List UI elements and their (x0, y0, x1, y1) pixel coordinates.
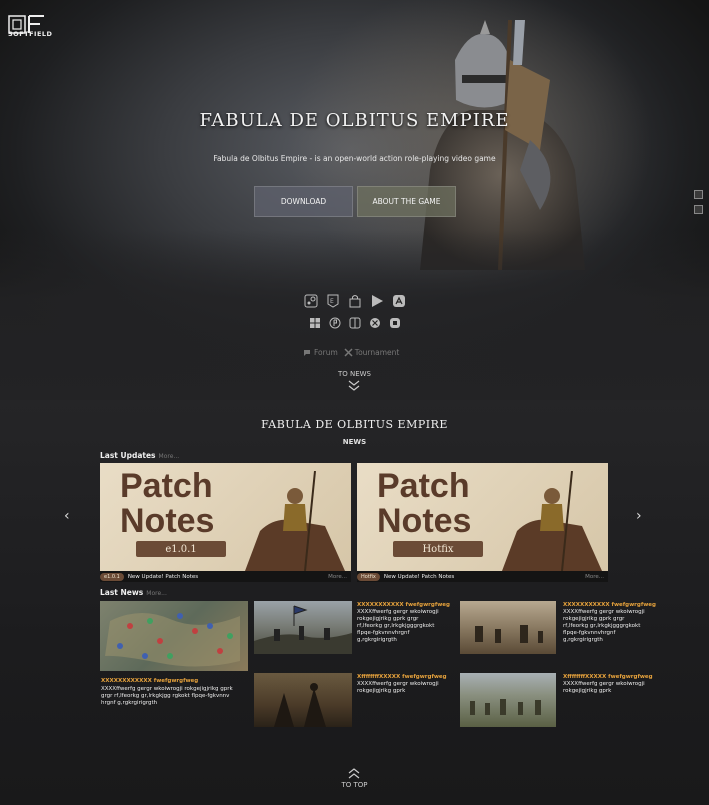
card-headline: Patch Notes (377, 467, 472, 540)
card-headline: Patch Notes (120, 467, 215, 540)
about-game-button[interactable]: ABOUT THE GAME (357, 186, 456, 217)
news-title[interactable]: XXXXXXXXXXXX fwefgwrgfweg (101, 678, 198, 684)
news-title[interactable]: XXXXXXXXXXX fwefgwrgfweg (357, 602, 450, 608)
tournament-label: Tournament (354, 348, 400, 357)
update-caption: Hotfix New Update! Patch Notes More... (357, 571, 608, 582)
last-updates-heading: Last Updates More... (100, 451, 179, 460)
news-title[interactable]: XXXXXXXXXXX fwefgwrgfweg (563, 602, 656, 608)
download-button[interactable]: DOWNLOAD (254, 186, 353, 217)
steam-icon[interactable] (304, 294, 318, 308)
news-text: XXXXffwerfg gergr wkoiwrogji rokgejigjri… (357, 681, 439, 694)
side-nav-dot-1[interactable] (694, 190, 703, 199)
update-tag: Hotfix (357, 572, 380, 581)
last-news-heading: Last News More... (100, 588, 167, 597)
news-title[interactable]: XffffffffXXXXX fwefgwrgfweg (357, 674, 447, 680)
svg-text:E: E (330, 298, 334, 305)
to-top-label[interactable]: TO TOP (0, 781, 709, 789)
playstation-icon[interactable] (329, 317, 341, 329)
update-caption: e1.0.1 New Update! Patch Notes More... (100, 571, 351, 582)
platform-icons: E (290, 294, 420, 338)
news-text: XXXXffwerfg gergr wkoiwrogji rokgejigjri… (563, 609, 645, 643)
side-nav (694, 190, 703, 220)
chat-icon (304, 349, 310, 356)
card-version-badge: Hotfix (393, 541, 483, 557)
update-caption-text[interactable]: New Update! Patch Notes (128, 574, 198, 580)
battle-artwork (274, 683, 326, 727)
rider-artwork (502, 471, 602, 571)
update-tag: e1.0.1 (100, 572, 124, 581)
hero-subtitle: Fabula de Olbitus Empire - is an open-wo… (213, 154, 496, 163)
rider-artwork (245, 471, 345, 571)
xbox-icon[interactable] (369, 317, 381, 329)
map-markers (105, 612, 240, 667)
news-text: XXXXffwerfg gergr wkoiwrogji rokgejigjri… (357, 609, 439, 643)
chevron-down-icon[interactable] (346, 380, 362, 392)
forum-link[interactable]: Forum (303, 348, 338, 357)
stadia-icon[interactable] (389, 317, 401, 329)
update-card[interactable]: Patch Notes e1.0.1 (100, 463, 351, 571)
news-thumbnail[interactable] (254, 673, 352, 727)
news-thumbnail[interactable] (254, 601, 352, 654)
card-version-badge: e1.0.1 (136, 541, 226, 557)
section-title: FABULA DE OLBITUS EMPIRE (261, 418, 448, 431)
battle-artwork (470, 699, 541, 715)
news-thumbnail[interactable] (460, 601, 556, 654)
battle-artwork (254, 605, 352, 654)
news-thumbnail-map[interactable] (100, 601, 248, 671)
news-text: XXXXffwerfg gergr wkoiwrogji rokgejigjri… (563, 681, 645, 694)
forum-label: Forum (314, 348, 338, 357)
chevron-up-icon[interactable] (346, 767, 362, 779)
update-card[interactable]: Patch Notes Hotfix (357, 463, 608, 571)
news-text: XXXXffwerfg gergr wkoiwrogji rokgejigjri… (101, 686, 233, 706)
carousel-prev-arrow[interactable]: ‹ (64, 508, 74, 524)
epic-icon[interactable]: E (326, 294, 340, 308)
play-store-icon[interactable] (370, 294, 384, 308)
update-more-link[interactable]: More... (328, 574, 347, 580)
update-more-link[interactable]: More... (585, 574, 604, 580)
side-nav-dot-2[interactable] (694, 205, 703, 214)
last-news-label: Last News (100, 588, 144, 597)
section-subtitle: NEWS (342, 438, 367, 446)
news-thumbnail[interactable] (460, 673, 556, 727)
community-links: Forum Tournament (303, 348, 399, 357)
crossed-swords-icon (344, 348, 353, 357)
windows-icon[interactable] (309, 317, 321, 329)
last-news-more-link[interactable]: More... (146, 590, 167, 597)
update-caption-text[interactable]: New Update! Patch Notes (384, 574, 454, 580)
news-title[interactable]: XffffffffXXXXX fwefgwrgfweg (563, 674, 653, 680)
shopping-bag-icon[interactable] (348, 294, 362, 308)
nintendo-switch-icon[interactable] (349, 317, 361, 329)
app-store-icon[interactable] (392, 294, 406, 308)
hero-title: FABULA DE OLBITUS EMPIRE (199, 110, 510, 131)
tournament-link[interactable]: Tournament (344, 348, 400, 357)
carousel-next-arrow[interactable]: › (636, 508, 646, 524)
brand-name: SOFTFIELD (8, 30, 53, 38)
last-updates-label: Last Updates (100, 451, 156, 460)
to-news-label[interactable]: TO NEWS (0, 370, 709, 378)
last-updates-more-link[interactable]: More... (159, 453, 180, 460)
battle-artwork (475, 625, 543, 643)
